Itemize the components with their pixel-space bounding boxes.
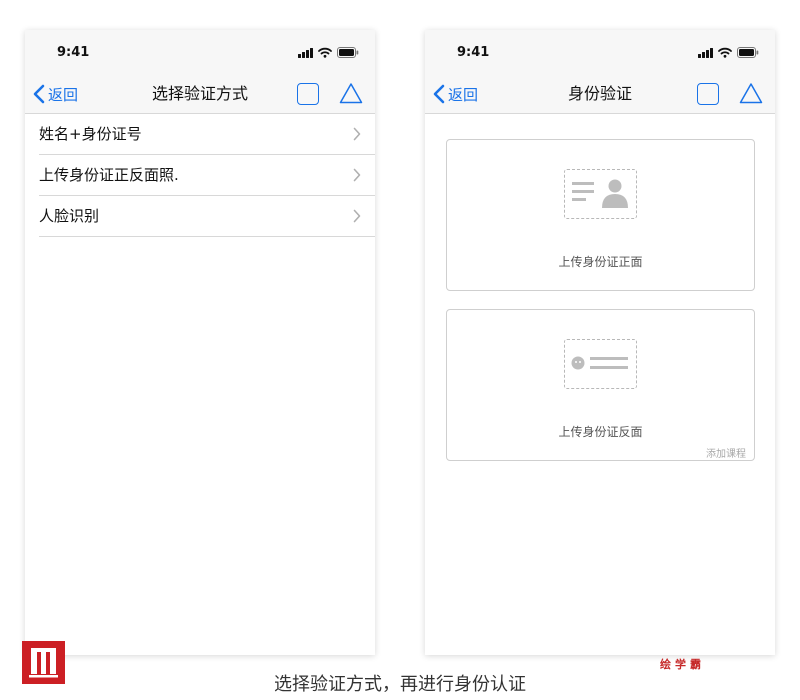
status-bar: 9:41: [25, 30, 375, 74]
phone-screen-verification-methods: 9:41 返回 选择验证方式 姓名+身份证号 上传身份证正反面照. 人脸识别: [25, 30, 375, 655]
square-icon[interactable]: [697, 83, 719, 105]
page-caption: 选择验证方式，再进行身份认证: [274, 674, 526, 695]
phone-screen-identity-verification: 9:41 返回 身份验证 上传身份证正面 上传身份证反面 添加课程: [425, 30, 775, 655]
list-item-label: 姓名+身份证号: [39, 125, 142, 143]
back-button[interactable]: 返回: [33, 74, 78, 114]
add-course-link[interactable]: 添加课程: [706, 445, 746, 460]
list-item-label: 人脸识别: [39, 207, 100, 225]
id-card-back-icon: [564, 339, 637, 389]
triangle-icon[interactable]: [339, 82, 363, 104]
list-item-name-id-number[interactable]: 姓名+身份证号: [39, 114, 375, 155]
chevron-left-icon: [433, 84, 445, 104]
status-bar: 9:41: [425, 30, 775, 74]
status-time: 9:41: [57, 45, 90, 60]
wifi-icon: [718, 47, 732, 58]
square-icon[interactable]: [297, 83, 319, 105]
upload-id-front-card[interactable]: 上传身份证正面: [446, 139, 755, 291]
back-button-label: 返回: [48, 85, 79, 104]
signal-icon: [698, 48, 713, 58]
chevron-left-icon: [33, 84, 45, 104]
list-item-upload-id-photos[interactable]: 上传身份证正反面照.: [39, 155, 375, 196]
upload-id-back-card[interactable]: 上传身份证反面 添加课程: [446, 309, 755, 461]
list-item-label: 上传身份证正反面照.: [39, 166, 179, 184]
back-button[interactable]: 返回: [433, 74, 478, 114]
signal-icon: [298, 48, 313, 58]
upload-id-front-label: 上传身份证正面: [558, 255, 643, 269]
battery-icon: [737, 47, 759, 58]
id-card-front-icon: [564, 169, 637, 219]
back-button-label: 返回: [448, 85, 479, 104]
battery-icon: [337, 47, 359, 58]
upload-id-back-label: 上传身份证反面: [558, 425, 643, 439]
navigation-bar: 返回 选择验证方式: [25, 74, 375, 114]
triangle-icon[interactable]: [739, 82, 763, 104]
chevron-right-icon: [353, 127, 361, 141]
verification-method-list: 姓名+身份证号 上传身份证正反面照. 人脸识别: [25, 114, 375, 237]
chevron-right-icon: [353, 209, 361, 223]
status-time: 9:41: [457, 45, 490, 60]
navigation-bar: 返回 身份验证: [425, 74, 775, 114]
chevron-right-icon: [353, 168, 361, 182]
list-item-face-recognition[interactable]: 人脸识别: [39, 196, 375, 237]
wifi-icon: [318, 47, 332, 58]
